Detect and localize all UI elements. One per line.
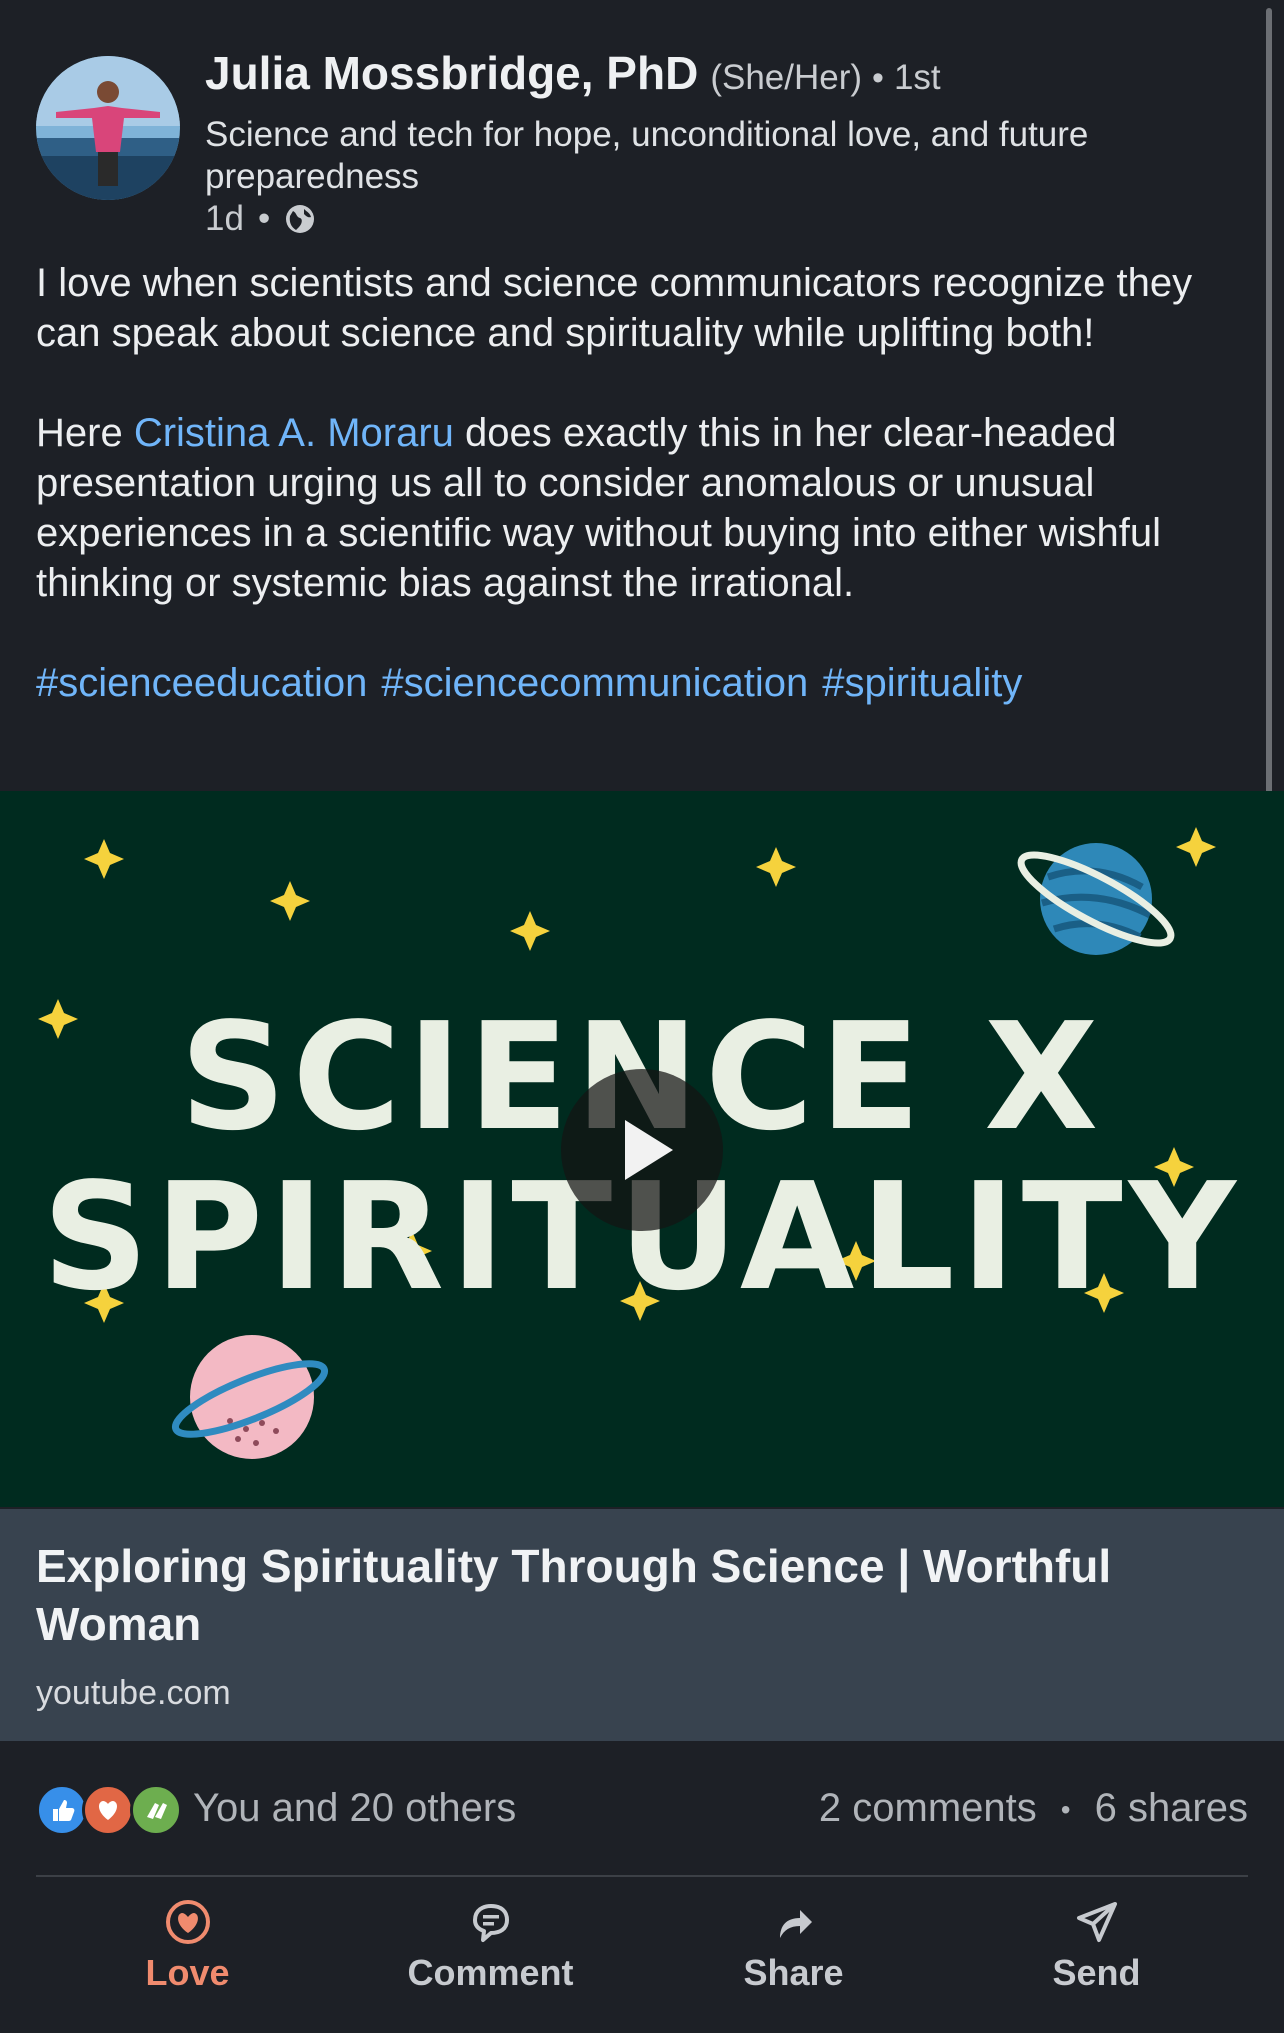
connection-degree: 1st xyxy=(893,58,941,97)
shares-count[interactable]: 6 shares xyxy=(1095,1786,1248,1830)
social-counts: You and 20 others 2 comments • 6 shares xyxy=(36,1780,1248,1836)
celebrate-icon xyxy=(130,1784,182,1836)
pink-planet-icon xyxy=(171,1335,329,1459)
post-time: 1d xyxy=(205,199,244,238)
link-title[interactable]: Exploring Spirituality Through Science |… xyxy=(36,1537,1136,1653)
author-headline: Science and tech for hope, unconditional… xyxy=(205,115,1089,196)
globe-icon xyxy=(284,203,316,235)
play-icon[interactable] xyxy=(561,1069,723,1231)
action-bar: Love Comment Share Send xyxy=(36,1890,1248,2020)
hashtag-link[interactable]: #scienceeducation xyxy=(36,661,367,705)
send-icon xyxy=(1076,1902,1117,1942)
share-button[interactable]: Share xyxy=(642,1890,945,2020)
reaction-icons[interactable] xyxy=(36,1784,186,1836)
post-paragraph: Here Cristina A. Moraru does exactly thi… xyxy=(36,408,1246,608)
love-label: Love xyxy=(145,1952,230,1993)
separator-dot: • xyxy=(1060,1794,1071,1826)
author-name[interactable]: Julia Mossbridge, PhD xyxy=(205,47,698,99)
heart-icon xyxy=(165,1900,210,1944)
star-icon xyxy=(270,881,310,921)
star-icon xyxy=(84,839,124,879)
post-header: Julia Mossbridge, PhD (She/Her) • 1st Scien… xyxy=(36,47,1236,238)
hashtag-link[interactable]: #sciencecommunication xyxy=(381,661,808,705)
video-thumbnail[interactable]: SCIENCE X SPIRITUALITY xyxy=(0,791,1284,1507)
post-body: I love when scientists and science commu… xyxy=(36,258,1246,758)
blue-planet-icon xyxy=(1017,843,1175,955)
text-span: Here xyxy=(36,411,134,455)
star-icon xyxy=(756,847,796,887)
send-button[interactable]: Send xyxy=(945,1890,1248,2020)
like-icon xyxy=(36,1784,88,1836)
share-arrow-icon xyxy=(779,1910,812,1938)
post-paragraph: I love when scientists and science commu… xyxy=(36,261,1193,355)
reactions-count[interactable]: You and 20 others xyxy=(193,1780,516,1836)
mention-link[interactable]: Cristina A. Moraru xyxy=(134,411,454,455)
love-icon xyxy=(82,1784,134,1836)
separator-dot: • xyxy=(257,199,271,238)
author-avatar[interactable] xyxy=(36,56,180,200)
separator-dot: • xyxy=(872,59,884,97)
send-label: Send xyxy=(1052,1952,1141,1993)
hashtag-row: #scienceeducation #sciencecommunication #s… xyxy=(36,658,1246,708)
star-icon xyxy=(1176,827,1216,867)
link-preview-card[interactable]: Exploring Spirituality Through Science |… xyxy=(0,1509,1284,1741)
comment-button[interactable]: Comment xyxy=(339,1890,642,2020)
hashtag-link[interactable]: #spirituality xyxy=(822,661,1022,705)
star-icon xyxy=(510,911,550,951)
author-pronouns: (She/Her) xyxy=(710,58,863,97)
comment-label: Comment xyxy=(407,1952,574,1993)
divider xyxy=(36,1875,1248,1877)
share-label: Share xyxy=(743,1952,844,1993)
comments-count[interactable]: 2 comments xyxy=(819,1786,1037,1830)
comment-icon xyxy=(472,1904,509,1942)
link-source: youtube.com xyxy=(36,1674,231,1712)
love-button[interactable]: Love xyxy=(36,1890,339,2020)
